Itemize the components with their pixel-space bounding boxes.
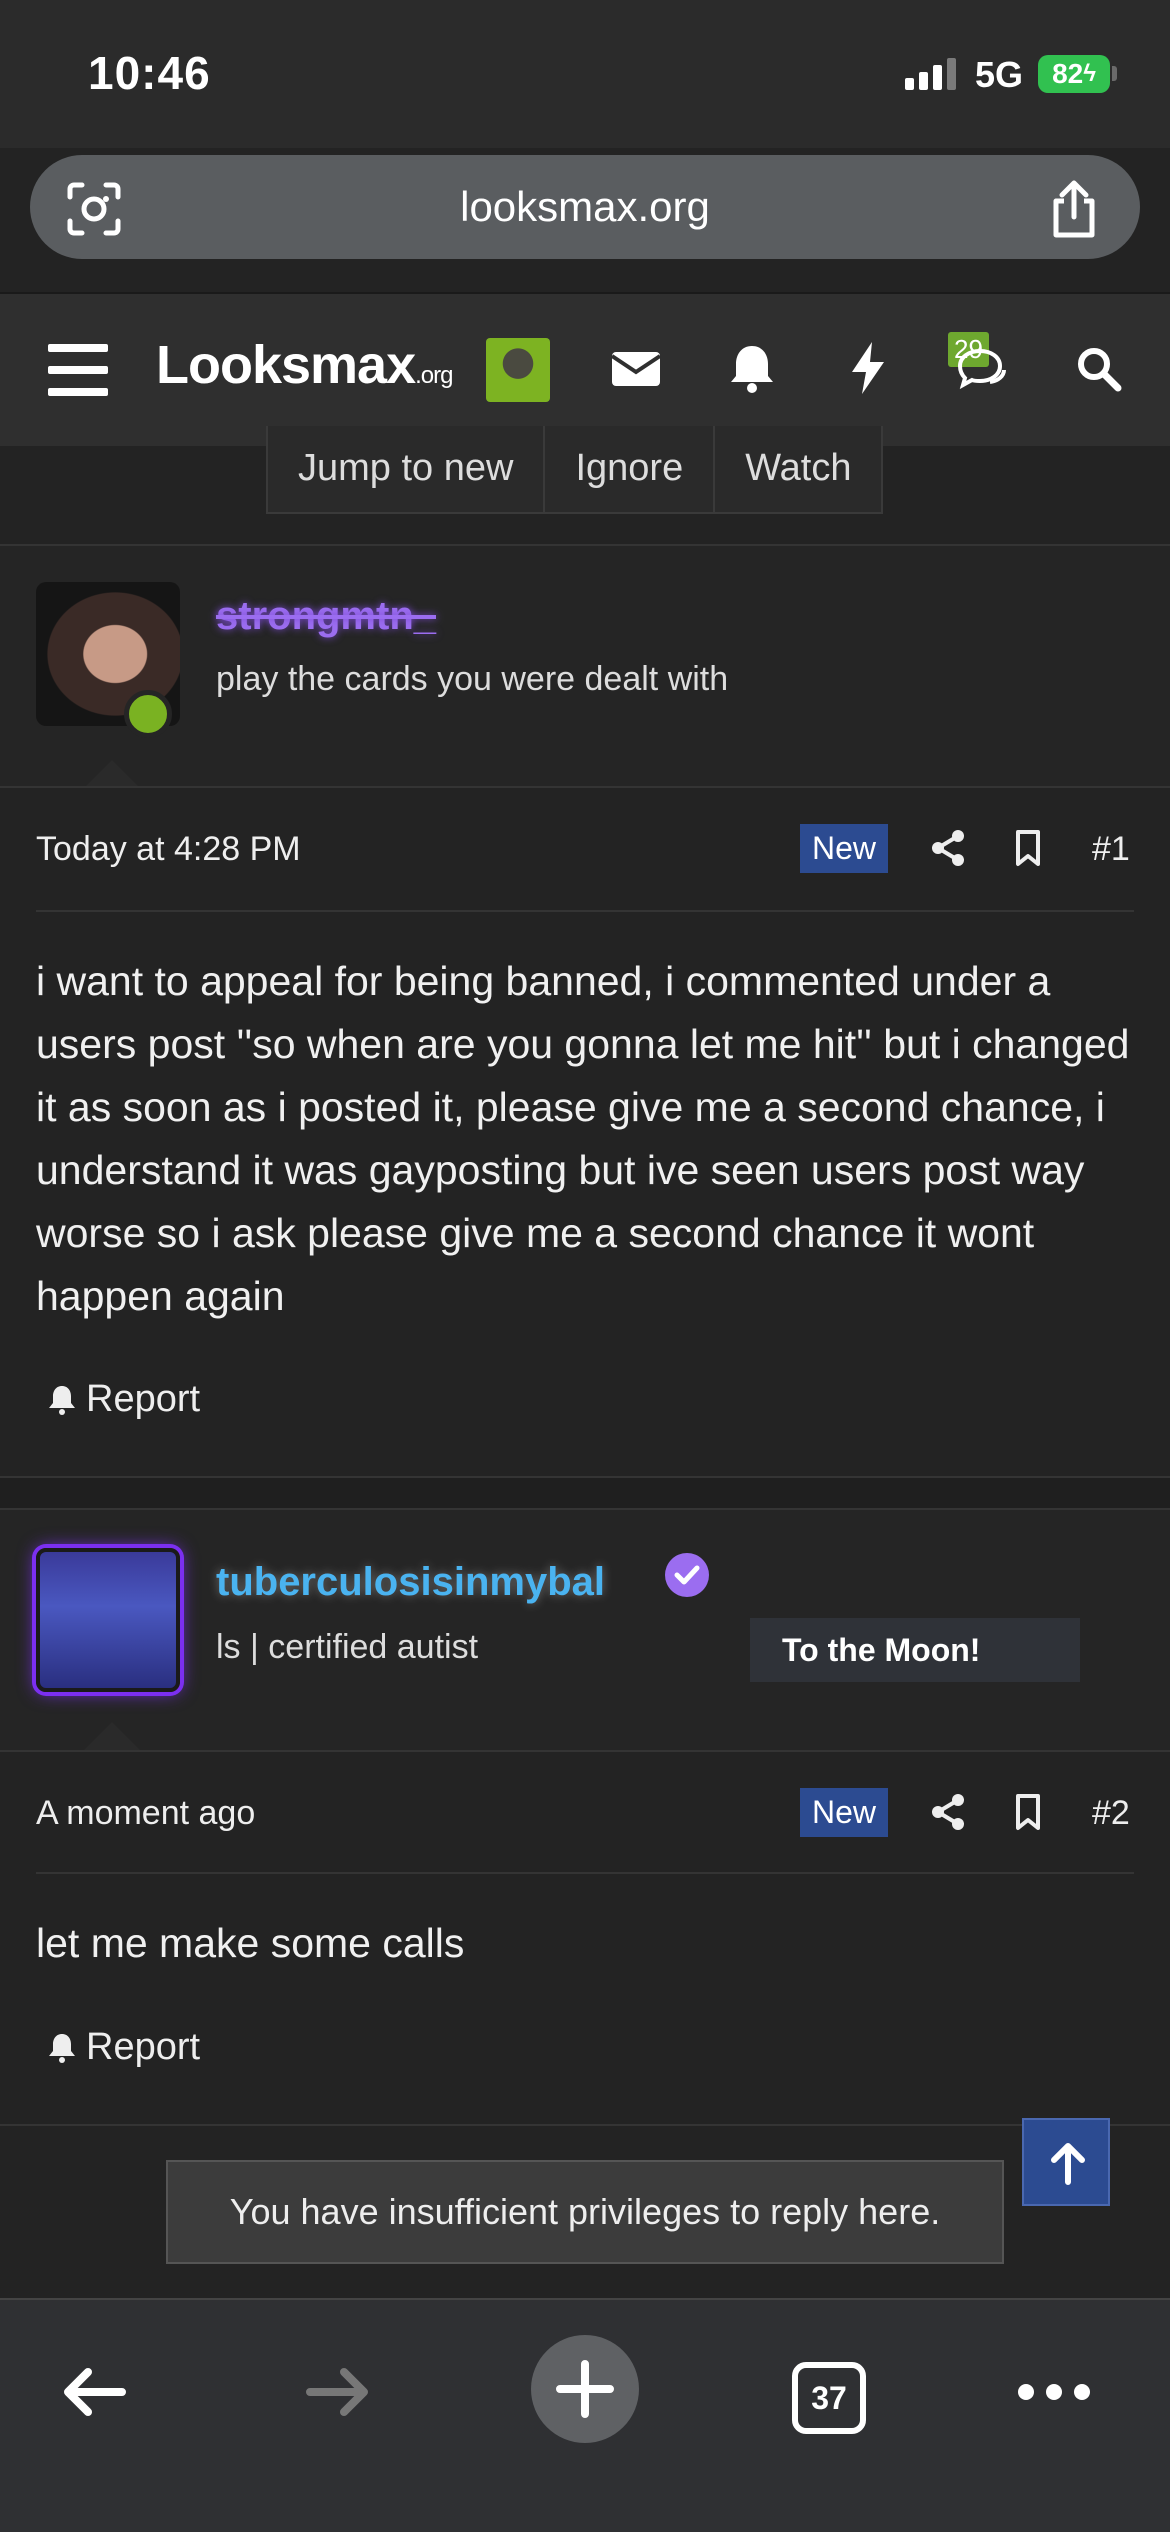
post-1-user: strongmtn_ play the cards you were dealt… — [0, 546, 1170, 788]
account-avatar[interactable] — [486, 338, 550, 402]
post-2-report-link[interactable]: Report — [44, 2026, 200, 2069]
share-icon[interactable] — [1046, 179, 1102, 239]
post-2-user-title: ls | certified autist — [216, 1628, 479, 1666]
mail-icon[interactable] — [604, 336, 668, 400]
status-bar: 10:46 5G 82 ϟ — [0, 0, 1170, 148]
post-separator — [0, 1478, 1170, 1508]
post-2-avatar[interactable] — [36, 1548, 180, 1692]
back-arrow-icon[interactable] — [44, 2342, 144, 2442]
post-2-body: let me make some calls — [36, 1920, 465, 1966]
forward-arrow-icon[interactable] — [288, 2342, 388, 2442]
arrow-up-icon — [1051, 2143, 1085, 2185]
battery-indicator: 82 ϟ — [1038, 55, 1110, 93]
menu-icon[interactable] — [48, 344, 108, 396]
post-2-username[interactable]: tuberculosisinmybal — [216, 1560, 605, 1605]
url-text[interactable]: looksmax.org — [30, 155, 1140, 259]
user-banner: To the Moon! — [750, 1618, 1080, 1682]
post-2-number[interactable]: #2 — [1092, 1794, 1130, 1833]
post-1-timestamp[interactable]: Today at 4:28 PM — [36, 830, 301, 869]
verified-badge-icon — [665, 1553, 709, 1597]
post-1-username[interactable]: strongmtn_ — [216, 594, 436, 639]
divider — [36, 1872, 1134, 1874]
site-header: Looksmax.org 29 — [0, 292, 1170, 446]
divider — [0, 2124, 1170, 2126]
post-1-new-badge: New — [800, 824, 889, 873]
scroll-to-top-button[interactable] — [1022, 2118, 1110, 2206]
battery-tip — [1112, 66, 1117, 81]
divider — [0, 1750, 1170, 1752]
thread-actions: Jump to new Ignore Watch — [266, 426, 884, 514]
address-bar[interactable]: looksmax.org — [30, 155, 1140, 259]
post-1-share-icon[interactable] — [926, 826, 970, 870]
post-1-bookmark-icon[interactable] — [1006, 826, 1050, 870]
pointer-arrow — [84, 760, 140, 788]
tabs-count-button[interactable]: 37 — [792, 2362, 866, 2434]
clock: 10:46 — [88, 47, 211, 99]
divider — [0, 786, 1170, 788]
post-2-share-icon[interactable] — [926, 1790, 970, 1834]
battery-level: 82 — [1052, 58, 1084, 89]
online-status-icon — [124, 690, 172, 738]
post-1-number[interactable]: #1 — [1092, 830, 1130, 869]
bell-icon — [49, 2033, 75, 2063]
post-1-user-title: play the cards you were dealt with — [216, 660, 729, 698]
bell-icon — [49, 1385, 75, 1415]
pointer-arrow — [84, 1722, 140, 1750]
watch-button[interactable]: Watch — [715, 426, 881, 512]
signal-strength-icon — [905, 58, 956, 90]
network-type: 5G — [975, 54, 1024, 95]
jump-to-new-button[interactable]: Jump to new — [268, 426, 546, 512]
search-icon[interactable] — [1066, 336, 1130, 400]
new-tab-icon[interactable] — [530, 2334, 640, 2444]
charging-bolt-icon: ϟ — [1083, 60, 1096, 87]
divider — [36, 910, 1134, 912]
more-options-icon[interactable] — [1004, 2342, 1104, 2442]
lightning-icon[interactable] — [836, 336, 900, 400]
site-logo[interactable]: Looksmax.org — [156, 334, 453, 396]
post-1-report-link[interactable]: Report — [44, 1378, 200, 1421]
reply-privileges-notice: You have insufficient privileges to repl… — [166, 2160, 1004, 2264]
post-1-body: i want to appeal for being banned, i com… — [36, 958, 1130, 1319]
bell-icon[interactable] — [720, 336, 784, 400]
conversations-icon[interactable] — [950, 336, 1014, 400]
post-2-new-badge: New — [800, 1788, 889, 1837]
ignore-button[interactable]: Ignore — [545, 426, 716, 512]
post-2-timestamp[interactable]: A moment ago — [36, 1794, 255, 1833]
post-2-bookmark-icon[interactable] — [1006, 1790, 1050, 1834]
browser-toolbar: 37 — [0, 2298, 1170, 2532]
